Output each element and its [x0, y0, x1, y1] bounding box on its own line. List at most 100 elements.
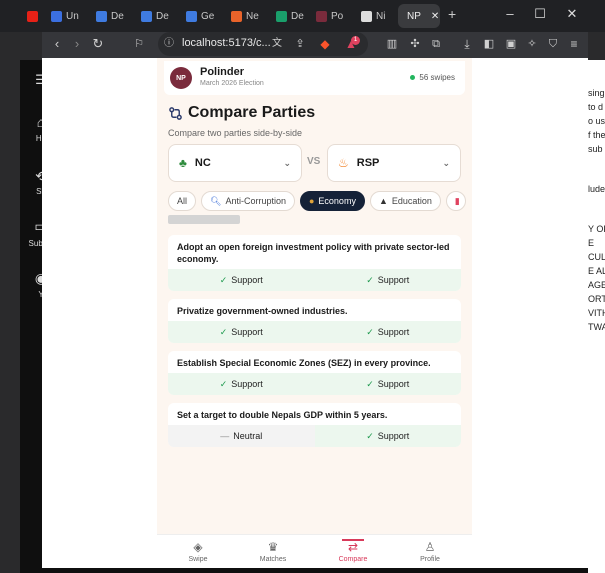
- user-icon: ♙: [424, 540, 436, 554]
- nav-profile[interactable]: ♙ Profile: [405, 540, 455, 563]
- nav-swipe[interactable]: ◈ Swipe: [173, 540, 223, 563]
- stance-label: Neutral: [233, 431, 263, 441]
- background-text-line: AGE: [588, 280, 605, 290]
- brave-shield-icon[interactable]: ◆: [316, 35, 334, 53]
- tab-label: De: [291, 10, 304, 22]
- vpn-icon[interactable]: ⛉: [544, 35, 562, 53]
- browser-tab[interactable]: De: [136, 4, 174, 28]
- forward-icon[interactable]: ›: [68, 35, 86, 53]
- search-icon: 🔍︎: [210, 195, 222, 206]
- check-icon: ✓: [366, 326, 374, 337]
- stance-row: ✓ Support ✓ Support: [168, 321, 461, 343]
- stance-label: Support: [231, 275, 263, 285]
- browser-tab[interactable]: NP ✕: [398, 4, 440, 28]
- browser-tab[interactable]: De: [271, 4, 309, 28]
- left-stance: ✓ Support: [168, 373, 315, 395]
- layers-icon: ◈: [193, 540, 203, 554]
- brand-subtitle: March 2026 Election: [200, 80, 264, 87]
- page-title: Compare Parties: [188, 104, 316, 121]
- url-text[interactable]: localhost:5173/c...: [182, 37, 271, 49]
- vs-label: VS: [307, 156, 321, 167]
- screenshot-icon[interactable]: ⧉: [427, 35, 445, 53]
- browser-tab[interactable]: Ne: [226, 4, 264, 28]
- chevron-down-icon: ⌄: [283, 157, 291, 168]
- close-tab-icon[interactable]: ✕: [431, 11, 439, 22]
- nav-compare[interactable]: ⇄ Compare: [328, 539, 378, 563]
- browser-tab[interactable]: De: [91, 4, 129, 28]
- check-icon: ✓: [219, 274, 228, 285]
- right-stance: ✓ Support: [314, 373, 461, 395]
- tab-favicon-icon: [231, 10, 242, 22]
- category-chip-economy[interactable]: ● Economy: [299, 191, 365, 211]
- translate-icon[interactable]: 文: [268, 35, 286, 53]
- swipe-count: 56 swipes: [419, 73, 455, 82]
- browser-tab[interactable]: Un: [46, 4, 84, 28]
- new-tab-button[interactable]: +: [448, 6, 456, 22]
- check-icon: ✓: [366, 378, 374, 389]
- sidebar-toggle-icon[interactable]: ◧: [480, 35, 498, 53]
- tab-label: Ge: [201, 10, 215, 22]
- maximize-button[interactable]: ☐: [530, 6, 550, 22]
- browser-tab[interactable]: Ge: [181, 4, 219, 28]
- extension-icon[interactable]: ▥: [383, 35, 401, 53]
- nav-label: Swipe: [188, 556, 208, 563]
- stance-label: Support: [377, 275, 410, 285]
- browser-menu-icon[interactable]: ≡: [565, 35, 583, 53]
- party-right-select[interactable]: ♨ RSP ⌄: [327, 144, 461, 182]
- tab-label: De: [156, 10, 169, 22]
- tab-favicon-icon: [276, 10, 287, 22]
- download-icon[interactable]: ⤓: [458, 35, 476, 53]
- left-stance: ✓ Support: [168, 321, 315, 343]
- party-left-name: NC: [194, 157, 211, 169]
- reload-icon[interactable]: ↻: [89, 35, 107, 53]
- bookmark-icon[interactable]: ⚐: [130, 35, 148, 53]
- statement-text: Adopt an open foreign investment policy …: [177, 242, 450, 264]
- tab-label: De: [111, 10, 124, 22]
- nav-label: Compare: [338, 556, 368, 563]
- stance-label: Support: [377, 379, 410, 389]
- right-stance: ✓ Support: [314, 425, 461, 447]
- background-text-line: sing: [588, 88, 605, 98]
- chevron-down-icon: ⌄: [442, 157, 450, 168]
- left-stance: ✓ Support: [168, 269, 315, 291]
- chip-label: All: [177, 196, 188, 206]
- right-stance: ✓ Support: [314, 321, 461, 343]
- category-chip-education[interactable]: ▲ Education: [369, 191, 441, 211]
- site-info-icon[interactable]: ⓘ: [160, 35, 178, 53]
- minimize-button[interactable]: –: [500, 6, 520, 21]
- puzzle-icon[interactable]: ✣: [406, 35, 424, 53]
- bottom-navigation: ◈ Swipe ♛ Matches ⇄ Compare ♙ Profile: [157, 534, 472, 568]
- party-left-select[interactable]: ♣ NC ⌄: [168, 144, 302, 182]
- check-icon: ✓: [366, 430, 374, 441]
- background-text-line: sub: [588, 144, 603, 154]
- compare-arrows-icon: [169, 106, 182, 120]
- category-chip-all[interactable]: All: [168, 191, 197, 211]
- chip-label: Economy: [318, 196, 356, 206]
- stance-row: ✓ Support ✓ Support: [168, 373, 461, 395]
- nav-label: Matches: [259, 556, 287, 563]
- background-text-line: lude: [588, 184, 605, 194]
- category-chip-overflow[interactable]: ▮: [445, 191, 466, 211]
- back-icon[interactable]: ‹: [48, 35, 66, 53]
- category-chip-anti-corruption[interactable]: 🔍︎ Anti-Corruption: [201, 191, 295, 211]
- stance-label: Support: [231, 327, 263, 337]
- youtube-icon: [27, 10, 38, 22]
- status-dot-icon: [410, 75, 416, 80]
- background-text-line: VITH: [588, 308, 605, 318]
- background-text-line: o us: [588, 116, 605, 126]
- background-text-line: E: [588, 238, 595, 248]
- wallet-icon[interactable]: ▣: [502, 35, 520, 53]
- background-text-line: to d: [588, 102, 604, 112]
- nav-matches[interactable]: ♛ Matches: [248, 540, 298, 563]
- desktop: ☰ ⌂ Ho ⟲ Sh ▭ Subscr ◉ Y sing to do us f t…: [0, 0, 605, 573]
- trophy-icon: ♛: [267, 540, 279, 554]
- leo-ai-icon[interactable]: ✧: [523, 35, 541, 53]
- browser-tab[interactable]: Ni: [356, 4, 390, 28]
- share-icon[interactable]: ⇪: [291, 35, 309, 53]
- tab-favicon-icon: [51, 10, 62, 22]
- browser-tab[interactable]: Po: [311, 4, 348, 28]
- statement-card: Privatize government-owned industries. ✓…: [168, 299, 461, 343]
- close-window-button[interactable]: ✕: [562, 6, 582, 22]
- statement-text: Privatize government-owned industries.: [177, 306, 348, 316]
- tab-youtube[interactable]: [22, 4, 43, 28]
